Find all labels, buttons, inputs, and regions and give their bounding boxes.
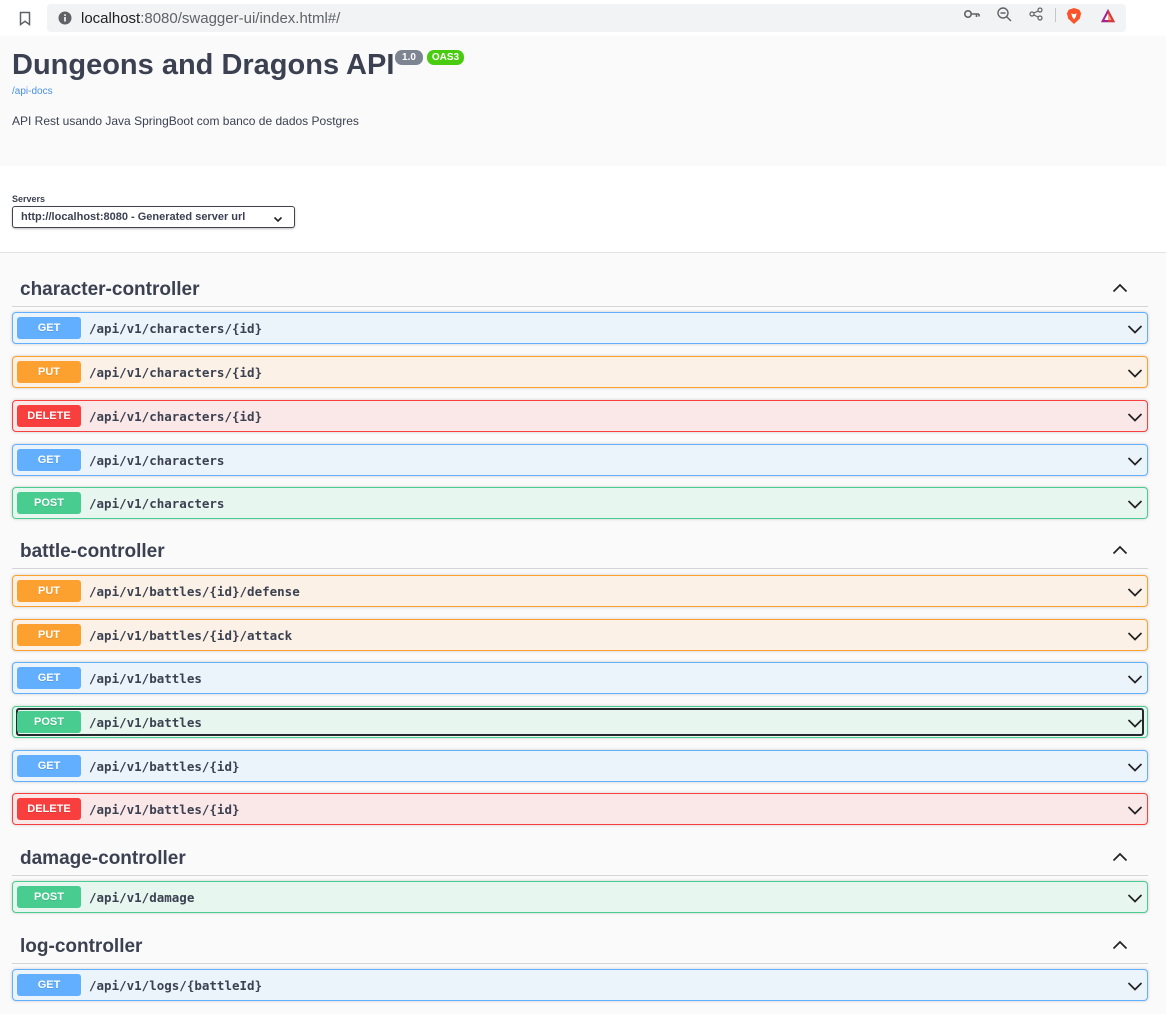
operation-get[interactable]: GET/api/v1/characters/{id} — [12, 312, 1148, 344]
chevron-down-icon[interactable] — [1127, 803, 1143, 815]
method-badge: POST — [17, 711, 81, 733]
operation-get[interactable]: GET/api/v1/logs/{battleId} — [12, 969, 1148, 1001]
chevron-down-icon[interactable] — [1127, 497, 1143, 509]
operation-put[interactable]: PUT/api/v1/characters/{id} — [12, 356, 1148, 388]
operation-put[interactable]: PUT/api/v1/battles/{id}/attack — [12, 619, 1148, 651]
tag-title[interactable]: character-controller — [20, 279, 200, 301]
tag-title[interactable]: log-controller — [20, 936, 142, 958]
chevron-up-icon[interactable] — [1112, 281, 1128, 293]
api-title: Dungeons and Dragons API — [12, 49, 395, 81]
operation-path: /api/v1/characters/{id} — [89, 365, 263, 380]
tag-section-log-controller[interactable]: log-controller — [12, 924, 1148, 964]
operation-path: /api/v1/battles — [89, 715, 202, 730]
toolbar-divider — [1055, 8, 1056, 22]
operation-path: /api/v1/battles/{id}/defense — [89, 584, 300, 599]
method-badge: PUT — [17, 624, 81, 646]
url-path: :8080/swagger-ui/index.html#/ — [140, 10, 341, 27]
method-badge: PUT — [17, 361, 81, 383]
operation-path: /api/v1/characters — [89, 496, 225, 511]
brave-rewards-icon[interactable] — [1100, 8, 1116, 24]
method-badge: GET — [17, 974, 81, 996]
chevron-up-icon[interactable] — [1112, 850, 1128, 862]
servers-section: Servers http://localhost:8080 - Generate… — [0, 166, 1166, 253]
chevron-down-icon[interactable] — [1127, 410, 1143, 422]
operation-path: /api/v1/characters — [89, 453, 225, 468]
operation-post[interactable]: POST/api/v1/characters — [12, 487, 1148, 519]
tag-section-battle-controller[interactable]: battle-controller — [12, 529, 1148, 569]
operation-path: /api/v1/characters/{id} — [89, 321, 263, 336]
operation-delete[interactable]: DELETE/api/v1/battles/{id} — [12, 793, 1148, 825]
tag-section-damage-controller[interactable]: damage-controller — [12, 836, 1148, 876]
servers-label: Servers — [12, 194, 46, 204]
server-select-value: http://localhost:8080 - Generated server… — [21, 211, 246, 223]
method-badge: GET — [17, 449, 81, 471]
method-badge: GET — [17, 755, 81, 777]
operation-path: /api/v1/damage — [89, 890, 195, 905]
operation-path: /api/v1/battles — [89, 671, 202, 686]
operation-get[interactable]: GET/api/v1/battles — [12, 662, 1148, 694]
operation-path: /api/v1/characters/{id} — [89, 409, 263, 424]
chevron-down-icon[interactable] — [1127, 716, 1143, 728]
server-select[interactable]: http://localhost:8080 - Generated server… — [12, 206, 295, 228]
method-badge: PUT — [17, 580, 81, 602]
chevron-down-icon[interactable] — [1127, 366, 1143, 378]
bookmark-icon[interactable] — [18, 10, 32, 26]
api-info: Dungeons and Dragons API 1.0 OAS3 /api-d… — [0, 36, 1166, 166]
chevron-down-icon — [272, 212, 284, 224]
oas-badge: OAS3 — [427, 50, 464, 65]
method-badge: POST — [17, 492, 81, 514]
chevron-down-icon[interactable] — [1127, 672, 1143, 684]
operation-get[interactable]: GET/api/v1/characters — [12, 444, 1148, 476]
chevron-down-icon[interactable] — [1127, 891, 1143, 903]
method-badge: DELETE — [17, 405, 81, 427]
operation-post[interactable]: POST/api/v1/battles — [12, 706, 1148, 738]
site-info-icon[interactable] — [58, 11, 72, 25]
browser-toolbar: localhost:8080/swagger-ui/index.html#/ — [0, 0, 1166, 36]
chevron-up-icon[interactable] — [1112, 938, 1128, 950]
chevron-down-icon[interactable] — [1127, 979, 1143, 991]
operation-delete[interactable]: DELETE/api/v1/characters/{id} — [12, 400, 1148, 432]
version-badge: 1.0 — [395, 50, 423, 65]
api-description: API Rest usando Java SpringBoot com banc… — [12, 114, 359, 128]
share-icon[interactable] — [1028, 6, 1044, 22]
chevron-down-icon[interactable] — [1127, 760, 1143, 772]
method-badge: GET — [17, 667, 81, 689]
operation-path: /api/v1/battles/{id} — [89, 759, 240, 774]
method-badge: GET — [17, 317, 81, 339]
chevron-down-icon[interactable] — [1127, 454, 1143, 466]
operation-post[interactable]: POST/api/v1/damage — [12, 881, 1148, 913]
zoom-out-icon[interactable] — [996, 6, 1012, 22]
operation-path: /api/v1/logs/{battleId} — [89, 978, 263, 993]
chevron-down-icon[interactable] — [1127, 629, 1143, 641]
operation-path: /api/v1/battles/{id}/attack — [89, 628, 293, 643]
api-docs-link[interactable]: /api-docs — [12, 86, 53, 97]
tag-section-character-controller[interactable]: character-controller — [12, 267, 1148, 307]
operation-put[interactable]: PUT/api/v1/battles/{id}/defense — [12, 575, 1148, 607]
url-text: localhost:8080/swagger-ui/index.html#/ — [81, 10, 340, 27]
tag-title[interactable]: battle-controller — [20, 541, 165, 563]
chevron-down-icon[interactable] — [1127, 322, 1143, 334]
chevron-up-icon[interactable] — [1112, 543, 1128, 555]
tag-title[interactable]: damage-controller — [20, 848, 186, 870]
url-host: localhost — [81, 10, 141, 27]
operation-get[interactable]: GET/api/v1/battles/{id} — [12, 750, 1148, 782]
brave-shields-icon[interactable] — [1066, 8, 1082, 24]
method-badge: POST — [17, 886, 81, 908]
key-icon[interactable] — [964, 6, 980, 22]
operation-path: /api/v1/battles/{id} — [89, 802, 240, 817]
chevron-down-icon[interactable] — [1127, 585, 1143, 597]
method-badge: DELETE — [17, 798, 81, 820]
